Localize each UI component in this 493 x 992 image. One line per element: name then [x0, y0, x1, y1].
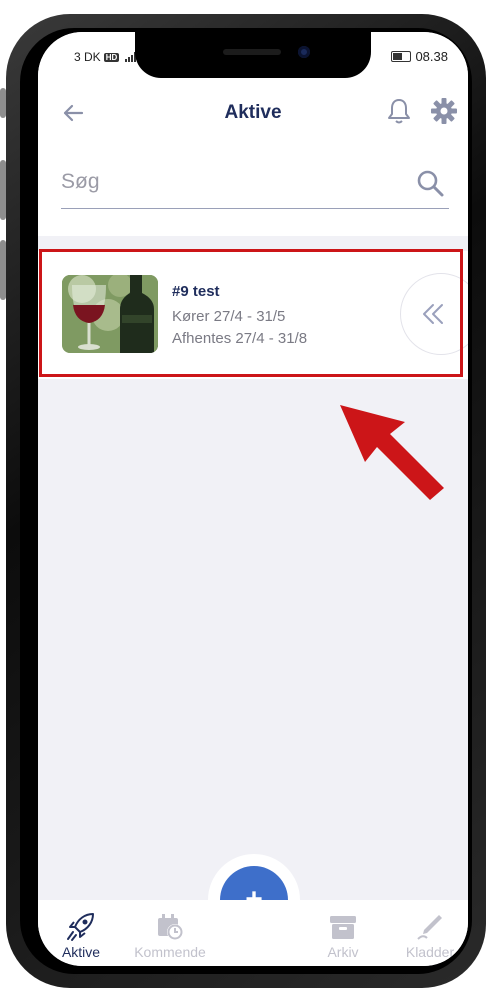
volume-down-button — [0, 240, 6, 300]
tab-arkiv[interactable]: Arkiv — [318, 912, 368, 960]
status-left: 3 DK HD — [74, 50, 137, 64]
gear-icon — [431, 98, 457, 124]
bell-icon — [388, 99, 410, 124]
calendar-clock-icon — [158, 914, 183, 940]
search-bar — [61, 166, 449, 209]
app-header: Aktive — [38, 78, 468, 236]
hd-badge: HD — [103, 52, 120, 62]
tab-kladder[interactable]: Kladder — [400, 912, 460, 960]
front-camera — [298, 46, 310, 58]
tab-aktive[interactable]: Aktive — [54, 912, 108, 960]
tab-label: Kommende — [134, 944, 206, 960]
mute-switch — [0, 88, 6, 118]
rocket-icon — [67, 913, 94, 941]
battery-icon — [391, 51, 412, 62]
annotation-highlight-box — [39, 249, 463, 377]
archive-box-icon — [330, 916, 356, 939]
carrier-label: 3 DK — [74, 50, 101, 64]
notifications-button[interactable] — [386, 97, 412, 125]
settings-button[interactable] — [430, 97, 458, 125]
tab-label: Kladder — [405, 944, 455, 960]
tab-kommende[interactable]: Kommende — [130, 912, 210, 960]
tab-label: Arkiv — [327, 944, 359, 960]
status-right: 08.38 — [391, 49, 448, 64]
clock: 08.38 — [415, 49, 448, 64]
annotation-arrow-icon — [340, 405, 444, 500]
search-input[interactable] — [61, 166, 381, 194]
bottom-tab-bar: Aktive Kommende Arkiv Kladder — [38, 900, 468, 966]
tab-label: Aktive — [61, 944, 101, 960]
pencil-icon — [417, 915, 442, 940]
search-icon[interactable] — [415, 168, 445, 198]
speaker — [223, 49, 281, 55]
volume-up-button — [0, 160, 6, 220]
notch — [135, 32, 371, 78]
